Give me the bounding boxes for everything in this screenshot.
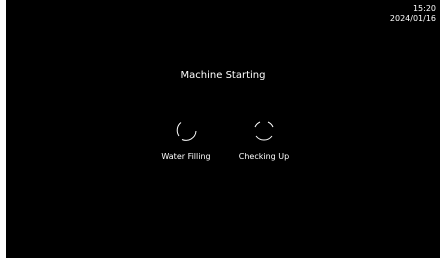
step-label: Water Filling (161, 152, 211, 161)
spinner-icon (254, 121, 274, 141)
page-title: Machine Starting (180, 70, 266, 81)
step-checking-up: Checking Up (224, 118, 304, 161)
display-screen: 15:20 2024/01/16 Machine Starting Water … (6, 0, 440, 258)
clock-time: 15:20 (412, 4, 436, 13)
spinner-icon (176, 122, 197, 141)
clock: 15:20 2024/01/16 (390, 4, 436, 24)
clock-date: 2024/01/16 (389, 14, 436, 23)
step-label: Checking Up (238, 152, 290, 161)
step-water-filling: Water Filling (146, 118, 226, 161)
